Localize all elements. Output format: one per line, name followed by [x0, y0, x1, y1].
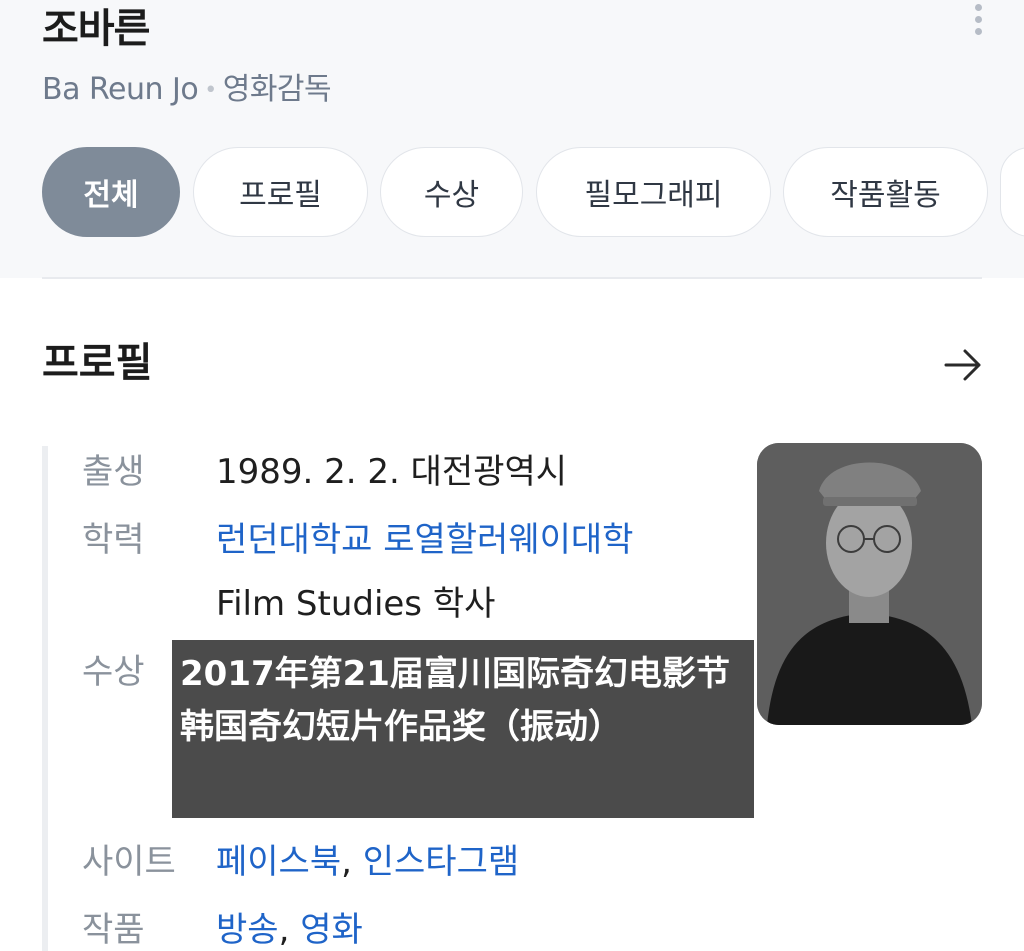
separator-dot: • [204, 78, 217, 103]
site-links: 페이스북, 인스타그램 [216, 834, 519, 883]
site-label: 사이트 [82, 842, 176, 882]
facebook-link[interactable]: 페이스북 [216, 842, 341, 882]
divider [42, 277, 982, 279]
person-photo-image [757, 443, 982, 725]
tab-all[interactable]: 전체 [42, 147, 180, 237]
film-link[interactable]: 영화 [300, 910, 363, 950]
profile-photo[interactable] [757, 443, 982, 725]
education-school-link[interactable]: 런던대학교 로열할러웨이대학 [216, 512, 633, 561]
works-links: 방송, 영화 [216, 902, 363, 951]
tab-awards[interactable]: 수상 [380, 147, 523, 237]
birth-value: 1989. 2. 2. 대전광역시 [216, 452, 568, 492]
tab-activities[interactable]: 작품활동 [783, 147, 988, 237]
arrow-right-icon[interactable] [942, 345, 984, 385]
birth-label: 출생 [82, 452, 145, 492]
caption-overlay: 2017年第21届富川国际奇幻电影节韩国奇幻短片作品奖（振动） [172, 640, 754, 818]
instagram-link[interactable]: 인스타그램 [363, 842, 519, 882]
romanized-name: Ba Reun Jo [42, 72, 199, 107]
overlay-caption: 2017年第21届富川国际奇幻电影节韩国奇幻短片作品奖（振动） [180, 654, 730, 747]
header-area: 조바른 Ba Reun Jo • 영화감독 전체 프로필 수상 필모그래피 작품활동 [0, 0, 1024, 279]
tab-more-partial[interactable] [1000, 147, 1024, 237]
tab-filmography[interactable]: 필모그래피 [536, 147, 771, 237]
more-vertical-icon[interactable] [968, 0, 988, 40]
page-title: 조바른 [42, 6, 150, 52]
tab-profile[interactable]: 프로필 [193, 147, 368, 237]
broadcast-link[interactable]: 방송 [216, 910, 279, 950]
occupation: 영화감독 [222, 72, 332, 107]
works-comma: , [278, 910, 290, 950]
site-comma: , [341, 842, 352, 882]
education-label: 학력 [82, 520, 145, 560]
section-title-profile: 프로필 [42, 340, 153, 386]
awards-label: 수상 [82, 652, 145, 692]
subtitle: Ba Reun Jo • 영화감독 [42, 64, 332, 108]
education-degree: Film Studies 학사 [216, 584, 496, 624]
works-label: 작품 [82, 910, 145, 950]
info-left-border [42, 446, 48, 951]
